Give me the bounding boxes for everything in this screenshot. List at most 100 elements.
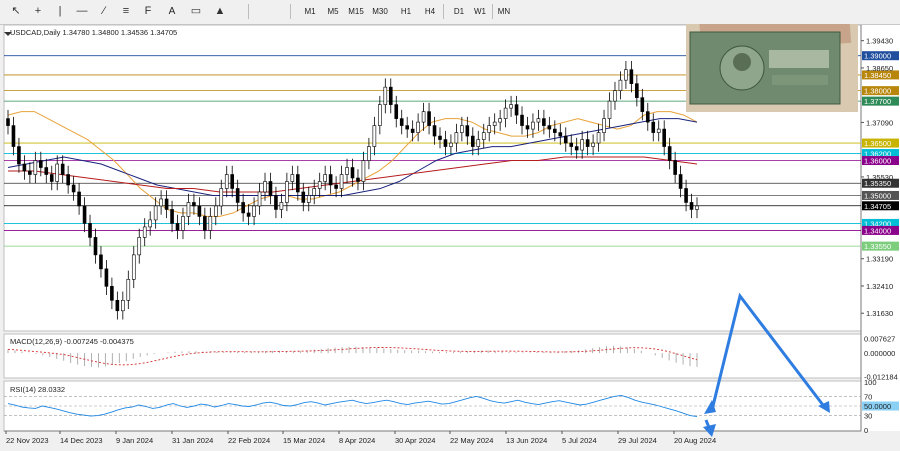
candle-body — [563, 135, 568, 144]
candle-body — [695, 205, 699, 210]
candle-body — [585, 139, 590, 147]
macd-tick-label: 0.000000 — [864, 349, 895, 358]
timeframe-m15[interactable]: M15 — [346, 3, 366, 20]
candle-body — [487, 125, 492, 133]
timeframe-m5[interactable]: M5 — [323, 3, 343, 20]
candle-body — [17, 146, 21, 165]
candle-body — [203, 216, 207, 231]
candle-body — [470, 135, 475, 147]
toolbar-separator — [443, 4, 444, 19]
candle-body — [186, 202, 191, 217]
candle-body — [383, 86, 388, 105]
candle-body — [367, 146, 371, 161]
candle-body — [126, 279, 131, 301]
text-tool-button[interactable]: A — [165, 3, 179, 20]
rsi-tick-label: 50.0000 — [864, 402, 891, 411]
time-label: 5 Jul 2024 — [562, 436, 597, 445]
candle-body — [142, 226, 147, 238]
candle-body — [268, 181, 273, 196]
time-label: 15 Mar 2024 — [283, 436, 325, 445]
candle-body — [131, 254, 136, 280]
timeframe-h4[interactable]: H4 — [420, 3, 440, 20]
candle-body — [252, 205, 256, 217]
candle-body — [93, 237, 98, 256]
candle-body — [372, 125, 377, 147]
candle-body — [388, 86, 393, 105]
candle-body — [525, 125, 530, 130]
candle-body — [399, 118, 404, 126]
candle-body — [33, 160, 38, 175]
price-tick-label: 1.32410 — [866, 282, 893, 291]
candle-body — [405, 125, 409, 130]
horizontal-line-icon[interactable]: — — [74, 3, 90, 20]
time-label: 8 Apr 2024 — [339, 436, 375, 445]
candle-body — [667, 146, 672, 161]
rsi-pane — [3, 380, 862, 432]
candle-body — [394, 104, 399, 119]
candle-body — [110, 286, 114, 301]
timeframe-d1[interactable]: D1 — [449, 3, 469, 20]
candle-body — [503, 107, 508, 119]
chart-title: USDCAD,Daily 1.34780 1.34800 1.34536 1.3… — [10, 28, 177, 37]
candle-body — [49, 174, 54, 182]
time-label: 22 May 2024 — [450, 436, 493, 445]
candle-body — [71, 184, 76, 193]
level-label: 1.39000 — [864, 52, 891, 61]
level-label: 1.33550 — [864, 242, 891, 251]
level-label: 1.36500 — [864, 139, 891, 148]
timeframe-h1[interactable]: H1 — [396, 3, 416, 20]
candle-body — [673, 160, 677, 175]
candle-body — [99, 254, 103, 270]
rectangle-icon[interactable]: ▭ — [188, 3, 204, 20]
rsi-tick-label: 70 — [864, 392, 872, 401]
rsi-tick-label: 100 — [864, 378, 877, 387]
banknote-photo — [686, 24, 858, 112]
time-label: 22 Nov 2023 — [6, 436, 49, 445]
candle-body — [509, 104, 513, 109]
candle-body — [312, 188, 317, 196]
channel-icon[interactable]: ≡ — [118, 3, 134, 20]
candle-body — [520, 114, 524, 126]
price-tick-label: 1.39430 — [866, 37, 893, 46]
candle-body — [558, 132, 563, 137]
level-label: 1.36000 — [864, 157, 891, 166]
toolbar: ↖ + | — ∕ ≡ F ▭ ▲ A M1 M5 M15 M30 H1 H4 D1 W1 MN — [0, 0, 900, 25]
timeframe-w1[interactable]: W1 — [470, 3, 490, 20]
candle-body — [159, 198, 163, 207]
candle-body — [257, 191, 262, 207]
fibonacci-icon[interactable]: F — [140, 3, 156, 20]
toolbar-separator — [290, 4, 291, 19]
candle-body — [613, 90, 617, 102]
price-tick-label: 1.38650 — [866, 64, 893, 73]
timeframe-m1[interactable]: M1 — [300, 3, 320, 20]
candle-body — [104, 268, 109, 287]
cursor-icon[interactable]: ↖ — [8, 3, 24, 20]
candle-body — [536, 118, 541, 123]
candle-body — [219, 188, 224, 207]
candle-body — [624, 69, 628, 81]
candle-body — [449, 142, 453, 147]
candle-body — [328, 174, 333, 186]
candle-body — [323, 174, 327, 182]
vertical-line-icon[interactable]: | — [52, 3, 68, 20]
toolbar-separator — [492, 4, 493, 19]
crosshair-icon[interactable]: + — [30, 3, 46, 20]
shapes-icon[interactable]: ▲ — [212, 3, 228, 20]
timeframe-mn[interactable]: MN — [494, 3, 514, 20]
timeframe-m30[interactable]: M30 — [370, 3, 390, 20]
candle-body — [460, 125, 464, 133]
time-label: 30 Apr 2024 — [395, 436, 435, 445]
candle-body — [66, 174, 70, 186]
candle-body — [684, 188, 688, 203]
trendline-icon[interactable]: ∕ — [96, 3, 112, 20]
level-label: 1.37700 — [864, 97, 891, 106]
candle-body — [651, 121, 656, 133]
candle-body — [11, 125, 16, 147]
candle-body — [263, 181, 267, 193]
candle-body — [454, 132, 459, 144]
price-tick-label: 1.33190 — [866, 255, 893, 264]
time-label: 20 Aug 2024 — [674, 436, 716, 445]
candle-body — [301, 191, 306, 203]
candle-body — [481, 132, 486, 140]
candle-body — [197, 205, 202, 217]
